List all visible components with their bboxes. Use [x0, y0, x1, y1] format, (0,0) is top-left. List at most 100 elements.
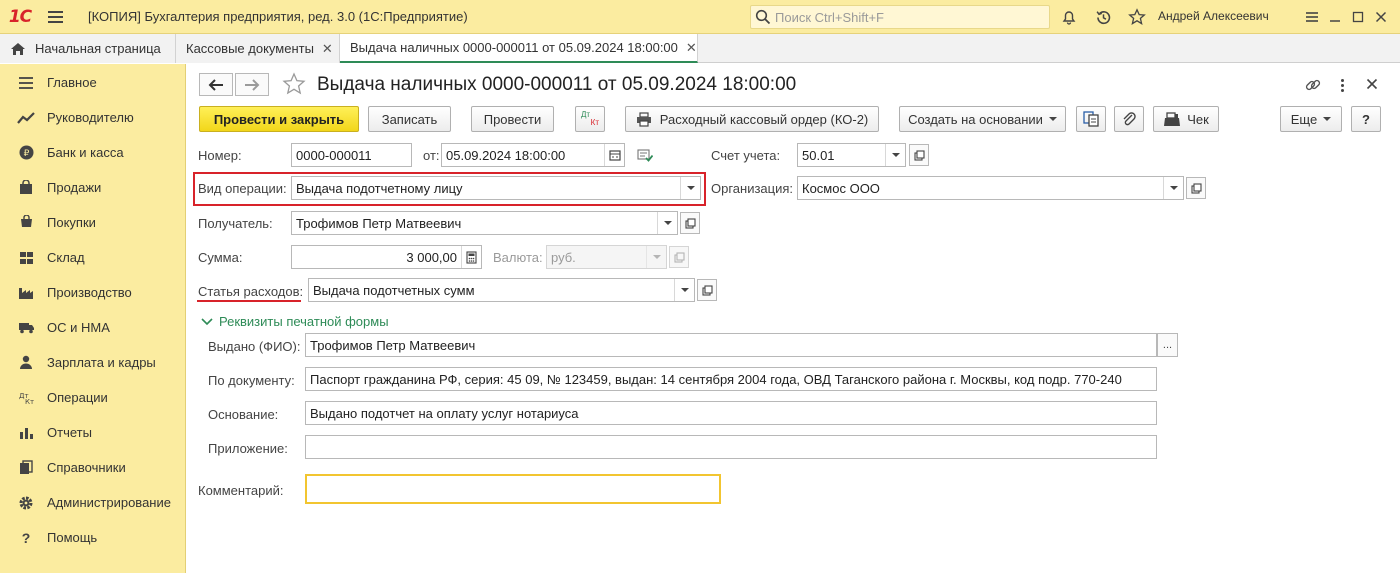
attachment-field[interactable] — [305, 435, 1157, 459]
sidebar-item-payroll[interactable]: Зарплата и кадры — [0, 345, 186, 380]
date-value: 05.09.2024 18:00:00 — [446, 147, 566, 163]
operation-field[interactable]: Выдача подотчетному лицу — [291, 176, 701, 200]
sidebar-item-reports[interactable]: Отчеты — [0, 415, 186, 450]
settings-menu-icon[interactable] — [1300, 5, 1324, 29]
svg-text:₽: ₽ — [23, 149, 29, 159]
create-based-label: Создать на основании — [908, 111, 1043, 127]
sidebar-item-production[interactable]: Производство — [0, 275, 186, 310]
dropdown-arrow-icon[interactable] — [680, 177, 700, 199]
sidebar-item-manager[interactable]: Руководителю — [0, 100, 186, 135]
close-tab-icon[interactable]: ✕ — [322, 41, 333, 57]
sidebar-item-main[interactable]: Главное — [0, 65, 186, 100]
basis-field[interactable]: Выдано подотчет на оплату услуг нотариус… — [305, 401, 1157, 425]
open-organization-button[interactable] — [1186, 177, 1206, 199]
sidebar-item-label: Продажи — [47, 180, 102, 195]
sidebar-item-help[interactable]: ? Помощь — [0, 520, 186, 555]
sidebar-item-assets[interactable]: ОС и НМА — [0, 310, 186, 345]
status-check-icon[interactable] — [637, 148, 654, 165]
sidebar-item-bank[interactable]: ₽ Банк и касса — [0, 135, 186, 170]
minimize-icon[interactable] — [1323, 5, 1347, 29]
svg-text:Кт: Кт — [25, 398, 34, 405]
expense-field[interactable]: Выдача подотчетных сумм — [308, 278, 695, 302]
dropdown-arrow-icon[interactable] — [1163, 177, 1183, 199]
date-label: от: — [423, 148, 440, 163]
sidebar-item-admin[interactable]: Администрирование — [0, 485, 186, 520]
main-menu-icon[interactable] — [40, 0, 70, 34]
window-title: [КОПИЯ] Бухгалтерия предприятия, ред. 3.… — [88, 9, 468, 24]
bag-icon — [16, 180, 36, 196]
receipt-button[interactable]: Чек — [1153, 106, 1219, 132]
open-expense-button[interactable] — [697, 279, 717, 301]
link-icon[interactable] — [1304, 76, 1322, 97]
search-placeholder: Поиск Ctrl+Shift+F — [775, 9, 884, 25]
tab-cash-documents[interactable]: Кассовые документы ✕ — [176, 34, 340, 63]
tab-home[interactable]: Начальная страница — [0, 34, 176, 63]
sidebar-item-label: Банк и касса — [47, 145, 124, 160]
date-field[interactable]: 05.09.2024 18:00:00 — [441, 143, 625, 167]
tab-cash-issue[interactable]: Выдача наличных 0000-000011 от 05.09.202… — [340, 34, 698, 63]
print-section-label: Реквизиты печатной формы — [219, 314, 389, 329]
organization-field[interactable]: Космос ООО — [797, 176, 1184, 200]
issued-select-button[interactable]: ... — [1157, 333, 1178, 357]
history-icon[interactable] — [1091, 5, 1115, 29]
question-icon: ? — [21, 529, 31, 546]
close-tab-icon[interactable]: ✕ — [686, 40, 697, 56]
sidebar-item-directories[interactable]: Справочники — [0, 450, 186, 485]
attach-file-button[interactable] — [1114, 106, 1144, 132]
sidebar-item-label: ОС и НМА — [47, 320, 110, 335]
comment-field[interactable] — [305, 474, 721, 504]
calculator-icon[interactable] — [461, 246, 481, 268]
issued-field[interactable]: Трофимов Петр Матвеевич — [305, 333, 1157, 357]
sidebar-item-purchases[interactable]: Покупки — [0, 205, 186, 240]
user-name[interactable]: Андрей Алексеевич — [1158, 9, 1269, 23]
print-section-toggle[interactable]: Реквизиты печатной формы — [201, 314, 389, 329]
favorite-star-icon[interactable] — [282, 72, 306, 99]
more-actions-icon[interactable] — [1337, 76, 1347, 94]
open-currency-button — [669, 246, 689, 268]
calendar-icon[interactable] — [604, 144, 624, 166]
app-logo[interactable]: 1С — [0, 0, 40, 34]
create-based-button[interactable]: Создать на основании — [899, 106, 1066, 132]
dt-label: Дт — [581, 110, 591, 119]
document-field[interactable]: Паспорт гражданина РФ, серия: 45 09, № 1… — [305, 367, 1157, 391]
print-order-label: Расходный кассовый ордер (КО-2) — [659, 111, 869, 127]
sidebar-item-warehouse[interactable]: Склад — [0, 240, 186, 275]
operation-value: Выдача подотчетному лицу — [296, 180, 463, 196]
maximize-icon[interactable] — [1346, 5, 1370, 29]
dt-kt-button[interactable]: Дт Кт — [575, 106, 605, 132]
post-and-close-button[interactable]: Провести и закрыть — [199, 106, 359, 132]
search-input[interactable]: Поиск Ctrl+Shift+F — [750, 5, 1050, 29]
arrow-right-icon — [245, 78, 260, 91]
tab-label: Выдача наличных 0000-000011 от 05.09.202… — [350, 40, 678, 55]
dropdown-arrow-icon[interactable] — [657, 212, 677, 234]
sidebar-item-operations[interactable]: Дт Кт Операции — [0, 380, 186, 415]
account-field[interactable]: 50.01 — [797, 143, 906, 167]
help-button[interactable]: ? — [1351, 106, 1381, 132]
post-button[interactable]: Провести — [471, 106, 554, 132]
dropdown-arrow-icon[interactable] — [885, 144, 905, 166]
close-window-icon[interactable] — [1369, 5, 1393, 29]
bell-icon[interactable] — [1057, 5, 1081, 29]
star-favorites-icon[interactable] — [1125, 5, 1149, 29]
sidebar-item-sales[interactable]: Продажи — [0, 170, 186, 205]
open-account-button[interactable] — [909, 144, 929, 166]
structure-button[interactable] — [1076, 106, 1106, 132]
account-label: Счет учета: — [711, 148, 781, 163]
basis-value: Выдано подотчет на оплату услуг нотариус… — [310, 405, 579, 421]
number-field[interactable]: 0000-000011 — [291, 143, 412, 167]
dropdown-arrow-icon[interactable] — [674, 279, 694, 301]
back-button[interactable] — [199, 73, 233, 96]
open-recipient-button[interactable] — [680, 212, 700, 234]
number-value: 0000-000011 — [296, 147, 372, 163]
expense-underline — [197, 300, 301, 302]
close-form-icon[interactable] — [1365, 77, 1379, 94]
forward-button[interactable] — [235, 73, 269, 96]
save-button[interactable]: Записать — [368, 106, 451, 132]
more-button[interactable]: Еще — [1280, 106, 1342, 132]
sidebar-item-label: Отчеты — [47, 425, 92, 440]
sidebar-item-label: Зарплата и кадры — [47, 355, 156, 370]
recipient-field[interactable]: Трофимов Петр Матвеевич — [291, 211, 678, 235]
dt-kt-icon: Дт Кт — [16, 390, 36, 406]
print-order-button[interactable]: Расходный кассовый ордер (КО-2) — [625, 106, 879, 132]
sum-field[interactable]: 3 000,00 — [291, 245, 482, 269]
